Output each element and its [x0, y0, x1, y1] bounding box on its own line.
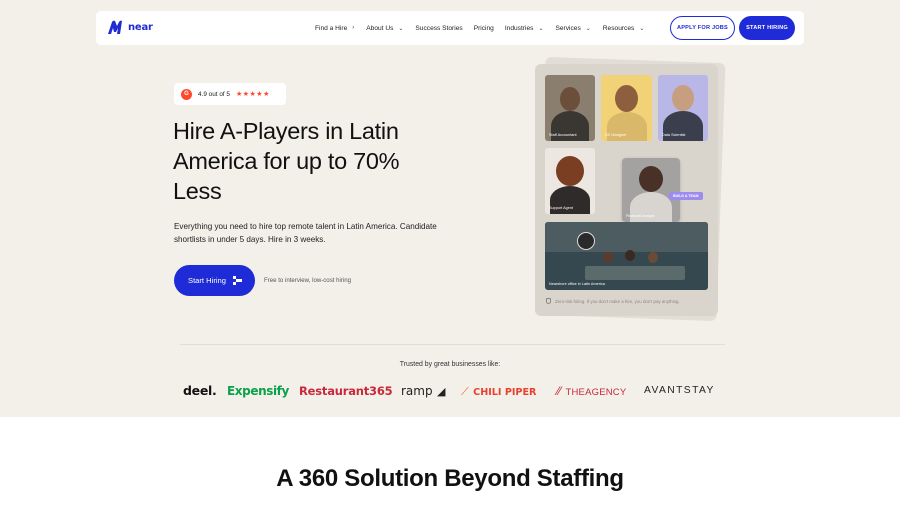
trusted-heading: Trusted by great businesses like: — [399, 361, 501, 368]
menu-industries[interactable]: Industries ⌄ — [505, 25, 544, 32]
logo-restaurant365: Restaurant365 — [299, 384, 393, 398]
cta-note: Free to interview, low-cost hiring — [264, 277, 352, 284]
section-divider — [180, 344, 725, 345]
logo-expensify: Expensify — [227, 384, 289, 398]
menu-success-stories[interactable]: Success Stories — [415, 25, 462, 32]
office-table — [585, 266, 685, 280]
office-logo-circle — [577, 232, 595, 250]
talent-tile-office: Nearshore office in Latin America — [545, 222, 708, 290]
client-logos: deel. Expensify Restaurant365 ramp ◢ ⟋ C… — [183, 382, 723, 400]
apply-for-jobs-button[interactable]: APPLY FOR JOBS — [670, 16, 735, 40]
portrait-head — [556, 156, 584, 186]
chevron-down-icon: ⌄ — [538, 25, 544, 32]
menu-label: Resources — [602, 24, 635, 32]
section-title: A 360 Solution Beyond Staffing — [276, 465, 624, 492]
menu-label: Find a Hire — [315, 24, 348, 32]
start-hiring-nav-button[interactable]: START HIRING — [739, 16, 795, 40]
portrait-head — [672, 85, 694, 111]
near-logo[interactable]: near — [107, 20, 153, 35]
logo-chili-piper: ⟋ CHILI PIPER — [461, 382, 536, 402]
chevron-down-icon: ⌄ — [585, 25, 591, 32]
ramp-mark-icon: ◢ — [437, 386, 446, 398]
logo-avantstay: AVANTSTAY — [644, 385, 715, 396]
shield-icon — [546, 298, 551, 304]
talent-tile-support-agent: Support Agent — [545, 148, 595, 214]
tile-label: Staff Accountant — [549, 133, 577, 137]
logo-deel: deel. — [183, 383, 217, 398]
top-navbar: near Find a Hire › About Us ⌄ Success St… — [96, 11, 804, 45]
build-a-team-badge: BUILD A TEAM — [669, 192, 703, 200]
office-person — [603, 252, 613, 263]
menu-label: About Us — [366, 24, 394, 32]
tile-label: UX Designer — [605, 133, 627, 137]
logo-text: near — [128, 22, 153, 33]
main-menu: Find a Hire › About Us ⌄ Success Stories… — [315, 11, 644, 45]
talent-tile-data-scientist: Data Scientist — [658, 75, 708, 141]
g2-logo-icon: G — [181, 88, 192, 100]
logo-ramp-text: ramp — [401, 384, 433, 398]
star-rating-icon: ★★★★★ — [235, 91, 270, 98]
card-footer: Zero-risk hiring. If you don't make a hi… — [546, 298, 680, 304]
office-person — [625, 250, 635, 261]
logo-chili-piper-text: CHILI PIPER — [473, 387, 537, 398]
menu-label: Success Stories — [415, 24, 463, 32]
menu-services[interactable]: Services ⌄ — [555, 25, 590, 32]
agency-mark-icon: ⁄⁄ — [557, 384, 562, 398]
near-logo-mark-icon — [108, 20, 122, 34]
menu-resources[interactable]: Resources ⌄ — [603, 25, 645, 32]
logo-the-agency-text: THEAGENCY — [565, 387, 627, 398]
chevron-down-icon: ⌄ — [398, 25, 404, 32]
rating-text: 4.9 out of 5 — [198, 90, 230, 98]
portrait-head — [639, 166, 663, 192]
grid-icon — [232, 276, 242, 285]
chevron-right-icon: › — [352, 25, 355, 31]
start-hiring-label: Start Hiring — [188, 276, 226, 285]
tile-label: Nearshore office in Latin America — [549, 282, 605, 286]
tile-label: Support Agent — [549, 206, 574, 210]
menu-label: Pricing — [473, 24, 494, 32]
menu-label: Industries — [504, 24, 534, 32]
chevron-down-icon: ⌄ — [639, 25, 645, 32]
talent-tile-ux-designer: UX Designer — [601, 75, 652, 141]
tile-label: Data Scientist — [662, 133, 686, 137]
talent-tile-financial-analyst: Financial Analyst — [622, 158, 680, 222]
talent-tile-staff-accountant: Staff Accountant — [545, 75, 595, 141]
hero-title: Hire A-Players in Latin America for up t… — [173, 118, 400, 204]
office-wall — [545, 222, 708, 252]
office-person — [648, 252, 658, 263]
menu-find-a-hire[interactable]: Find a Hire › — [315, 25, 354, 32]
start-hiring-button[interactable]: Start Hiring — [174, 265, 255, 296]
portrait-head — [560, 87, 580, 111]
menu-about-us[interactable]: About Us ⌄ — [366, 25, 403, 32]
portrait-head — [615, 85, 638, 112]
tile-label: Financial Analyst — [626, 214, 655, 218]
hero-subtitle: Everything you need to hire top remote t… — [174, 222, 437, 244]
logo-the-agency: ⁄⁄ THEAGENCY — [557, 382, 626, 402]
chili-pepper-icon: ⟋ — [461, 386, 469, 398]
rating-badge: G 4.9 out of 5 ★★★★★ — [174, 83, 286, 105]
menu-label: Services — [555, 24, 581, 32]
menu-pricing[interactable]: Pricing — [474, 25, 494, 32]
card-footer-text: Zero-risk hiring. If you don't make a hi… — [555, 298, 680, 304]
logo-ramp: ramp ◢ — [401, 382, 446, 401]
